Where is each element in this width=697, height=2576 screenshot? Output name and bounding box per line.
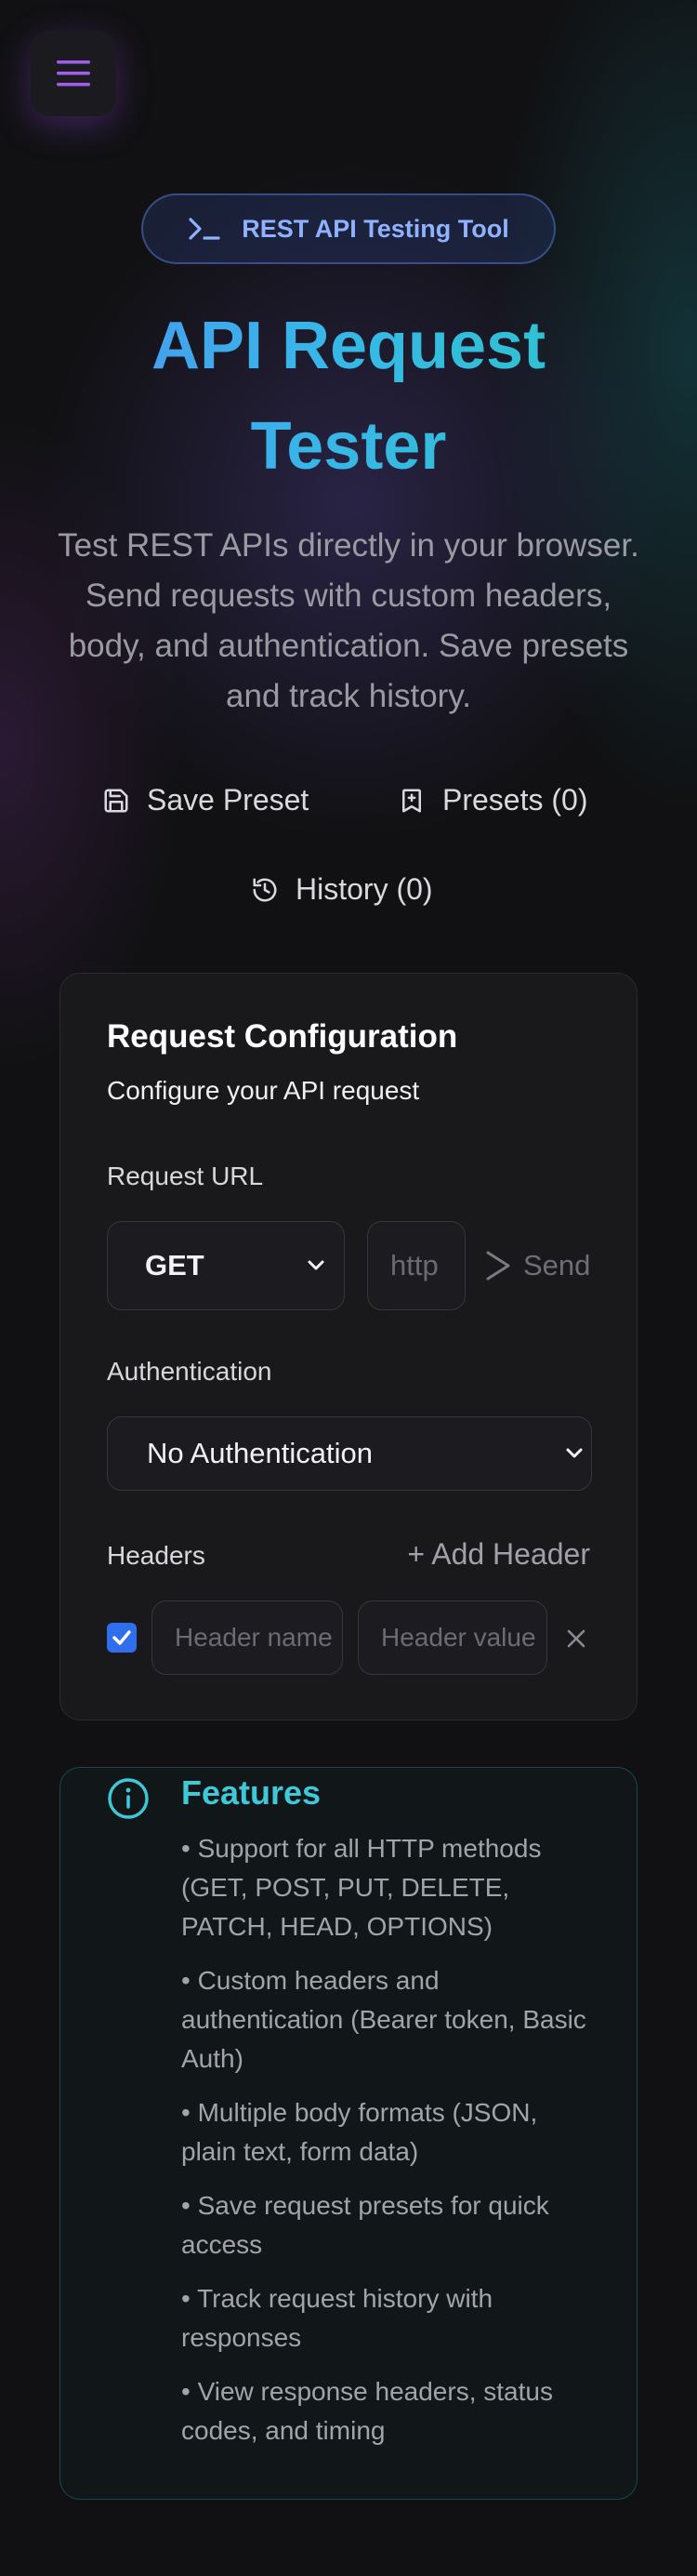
features-title: Features	[181, 1773, 322, 1812]
auth-value: No Authentication	[147, 1437, 374, 1469]
save-preset-button[interactable]: Save Preset	[102, 783, 309, 817]
header-name-placeholder: Header name	[175, 1623, 333, 1652]
history-button[interactable]: History (0)	[251, 872, 433, 907]
page-title-line2: Tester	[250, 409, 447, 484]
page: REST API Testing Tool API Request Tester…	[0, 0, 697, 2576]
presets-button[interactable]: Presets (0)	[398, 783, 587, 817]
method-select[interactable]: GET	[107, 1221, 345, 1310]
header-value-placeholder: Header value	[381, 1623, 536, 1652]
features-list: • Support for all HTTP methods (GET, POS…	[181, 1829, 599, 2465]
terminal-icon	[189, 218, 220, 240]
request-url-label: Request URL	[107, 1162, 264, 1190]
history-icon	[253, 878, 277, 901]
chevron-down-icon	[308, 1260, 324, 1270]
url-input[interactable]: http	[367, 1221, 466, 1310]
presets-label: Presets (0)	[442, 783, 588, 817]
header-value-input[interactable]: Header value	[358, 1600, 547, 1675]
header-name-input[interactable]: Header name	[151, 1600, 343, 1675]
feature-item: • Custom headers and authentication (Bea…	[181, 1966, 586, 2073]
authentication-label: Authentication	[107, 1357, 272, 1386]
feature-item: • Save request presets for quick access	[181, 2191, 549, 2259]
app-badge: REST API Testing Tool	[141, 193, 556, 264]
send-button[interactable]: Send	[484, 1221, 592, 1310]
features-card: Features • Support for all HTTP methods …	[59, 1767, 638, 2500]
info-icon	[108, 1778, 149, 1819]
request-config-subtitle: Configure your API request	[107, 1076, 420, 1105]
method-value: GET	[145, 1249, 204, 1281]
page-subtitle: Test REST APIs directly in your browser.…	[58, 527, 639, 714]
send-label: Send	[523, 1249, 591, 1281]
history-label: History (0)	[296, 872, 433, 906]
send-arrow-icon	[486, 1251, 510, 1281]
header-enabled-checkbox[interactable]	[107, 1623, 137, 1653]
url-input-placeholder: http	[390, 1249, 439, 1281]
remove-header-icon[interactable]	[566, 1628, 586, 1649]
feature-item: • Multiple body formats (JSON, plain tex…	[181, 2098, 538, 2166]
feature-item: • Track request history with responses	[181, 2284, 493, 2352]
feature-item: • View response headers, status codes, a…	[181, 2377, 553, 2445]
add-header-button[interactable]: + Add Header	[407, 1537, 590, 1572]
headers-label: Headers	[107, 1541, 205, 1570]
check-icon	[112, 1630, 131, 1645]
badge-label: REST API Testing Tool	[242, 214, 509, 243]
save-icon	[104, 789, 128, 812]
hamburger-icon	[57, 60, 90, 86]
save-preset-label: Save Preset	[147, 783, 309, 817]
bookmark-icon	[402, 789, 421, 812]
feature-item: • Support for all HTTP methods (GET, POS…	[181, 1834, 542, 1941]
page-title: API Request Tester	[0, 296, 697, 497]
auth-select[interactable]: No Authentication	[107, 1416, 592, 1491]
page-title-line1: API Request	[151, 309, 546, 383]
chevron-down-icon	[566, 1448, 583, 1458]
menu-button[interactable]	[31, 31, 116, 116]
request-config-title: Request Configuration	[107, 1018, 458, 1055]
request-config-card: Request Configuration Configure your API…	[59, 973, 638, 1720]
